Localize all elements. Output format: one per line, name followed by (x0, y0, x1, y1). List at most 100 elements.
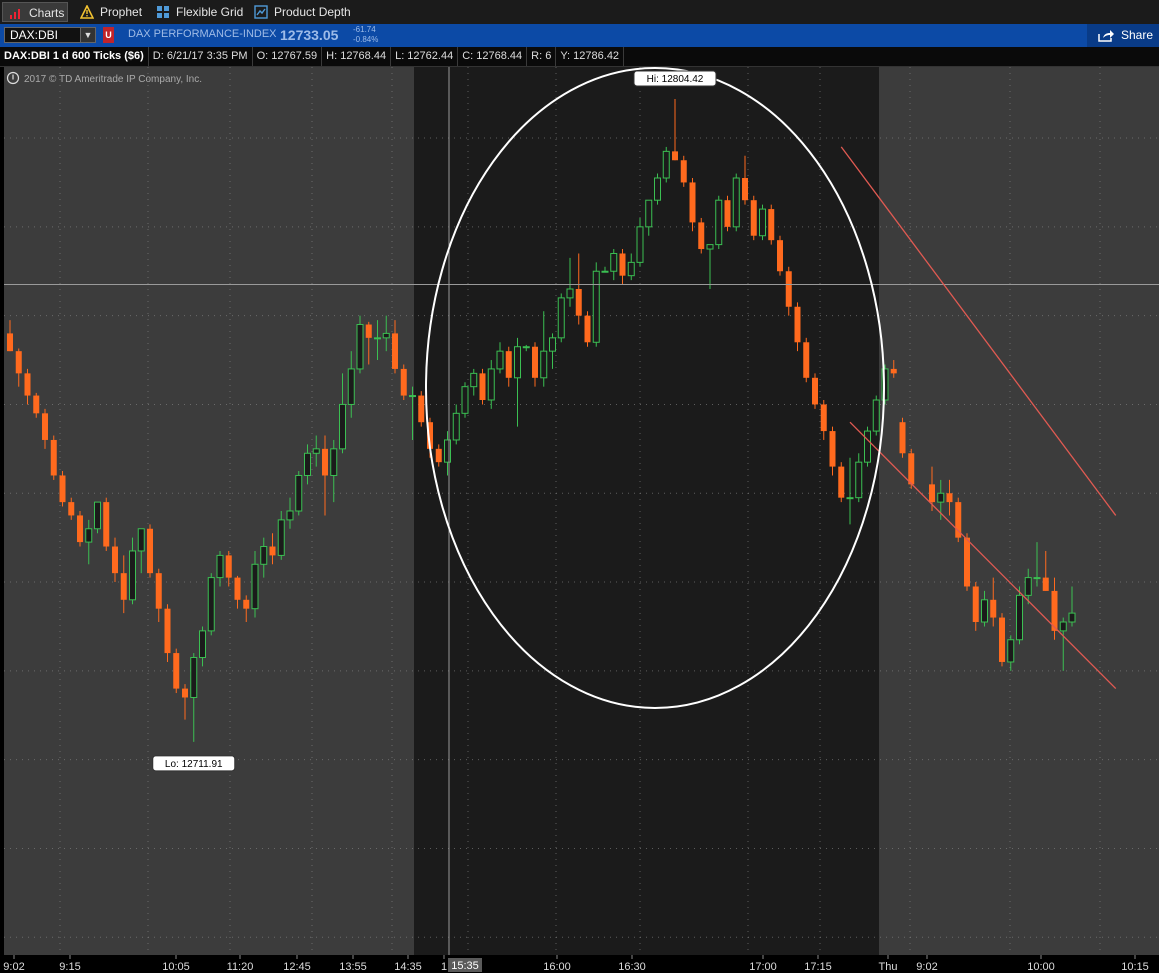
candle-up (409, 395, 416, 398)
candle-up (522, 346, 530, 349)
candle-up (216, 554, 224, 579)
candle-down (1042, 577, 1049, 591)
info-open: O: 12767.59 (253, 47, 323, 66)
price-change: -61.74 -0.84% (353, 25, 378, 45)
candle-down (42, 413, 48, 440)
info-mark (12, 74, 14, 80)
candle-down (234, 577, 241, 600)
candle-up (199, 630, 206, 659)
bar-chart-icon (10, 9, 20, 19)
candle-up (347, 368, 355, 405)
candle-up (654, 177, 661, 201)
candle-down (24, 373, 31, 396)
symbol-input[interactable]: DAX:DBI ▼ (4, 27, 96, 43)
info-date: D: 6/21/17 3:35 PM (149, 47, 253, 66)
chevron-down-icon[interactable]: ▼ (80, 28, 95, 42)
candle-down (103, 502, 110, 547)
candle-down (243, 599, 250, 609)
candle-up (864, 430, 871, 463)
tab-flexible-grid[interactable]: Flexible Grid (150, 2, 244, 22)
candle-up (732, 177, 740, 228)
candle-down (505, 351, 512, 378)
candle-up (312, 448, 320, 454)
candle-down (838, 466, 845, 498)
candle-down (59, 475, 66, 503)
candle-up (514, 346, 521, 379)
candle-up (330, 448, 338, 476)
candle-down (15, 351, 22, 374)
candle-down (7, 333, 13, 352)
candle-up (601, 270, 609, 273)
x-tick-label: 17:15 (804, 961, 832, 973)
candle-up (85, 528, 93, 543)
candle-down (365, 324, 372, 338)
candle-up (461, 386, 469, 414)
candle-down (689, 182, 696, 223)
candle-up (304, 452, 311, 476)
candle-down (929, 484, 935, 503)
candle-down (269, 546, 276, 556)
candle-up (487, 368, 495, 401)
candle-down (820, 404, 827, 432)
x-tick-label: 14:35 (394, 961, 422, 973)
tab-charts[interactable]: Charts (2, 2, 68, 22)
copyright-text: 2017 © TD Ameritrade IP Company, Inc. (24, 74, 202, 85)
candle-up (94, 501, 101, 530)
candle-up (846, 497, 854, 500)
candle-down (418, 395, 425, 423)
candle-up (715, 199, 723, 246)
candle-down (322, 448, 328, 476)
tab-product-depth[interactable]: Product Depth (248, 2, 352, 22)
candle-up (1068, 612, 1076, 623)
candle-up (207, 577, 215, 632)
x-tick-label: 1 (441, 961, 447, 973)
candle-down (972, 586, 979, 622)
candle-down (33, 395, 40, 414)
info-close: C: 12768.44 (458, 47, 528, 66)
symbol-value: DAX:DBI (10, 28, 59, 42)
candle-up (374, 337, 381, 340)
session-area-1 (4, 67, 414, 955)
x-axis: 9:02 9:15 10:05 11:20 12:45 13:55 14:35 1 16:00 1… (0, 955, 1159, 973)
symbol-bar: DAX:DBI ▼ U DAX PERFORMANCE-INDEX 12733.… (0, 24, 1159, 47)
candle-up (444, 439, 451, 463)
depth-chart-icon (254, 5, 268, 19)
candle-down (77, 515, 83, 543)
share-button[interactable]: Share (1087, 24, 1159, 47)
candle-up (1016, 594, 1023, 641)
candle-up (566, 288, 574, 299)
candle-up (549, 337, 556, 352)
candle-down (812, 377, 818, 405)
candle-down (698, 222, 705, 250)
share-icon (1098, 30, 1114, 42)
candle-down (785, 271, 792, 307)
x-tick-label: 12:45 (283, 961, 311, 973)
candle-down (999, 617, 1005, 662)
candle-down (619, 253, 626, 276)
x-tick-label: 17:00 (749, 961, 777, 973)
candle-up (286, 510, 294, 521)
alert-flag-icon[interactable]: U (103, 27, 114, 43)
symbol-description: DAX PERFORMANCE-INDEX (128, 28, 277, 40)
candle-down (899, 422, 906, 454)
price-chart[interactable]: 2017 © TD Ameritrade IP Company, Inc. Hi… (0, 67, 1159, 973)
candle-up (610, 252, 618, 272)
candle-down (50, 439, 57, 476)
candle-down (575, 289, 582, 316)
candle-down (890, 368, 897, 374)
candle-down (68, 502, 75, 516)
candle-up (496, 350, 504, 370)
candle-down (392, 333, 398, 369)
candle-down (829, 431, 836, 467)
tab-prophet[interactable]: Prophet (74, 2, 146, 22)
candle-down (147, 528, 153, 574)
candle-down (672, 151, 678, 161)
candle-up (872, 399, 880, 432)
candle-down (479, 373, 486, 400)
high-label: Hi: 12804.42 (647, 74, 704, 85)
candle-up (855, 461, 863, 499)
candle-down (724, 200, 731, 227)
tab-label: Charts (29, 6, 65, 20)
x-tick-label: 10:05 (162, 961, 190, 973)
x-tick-label: Thu (879, 961, 898, 973)
